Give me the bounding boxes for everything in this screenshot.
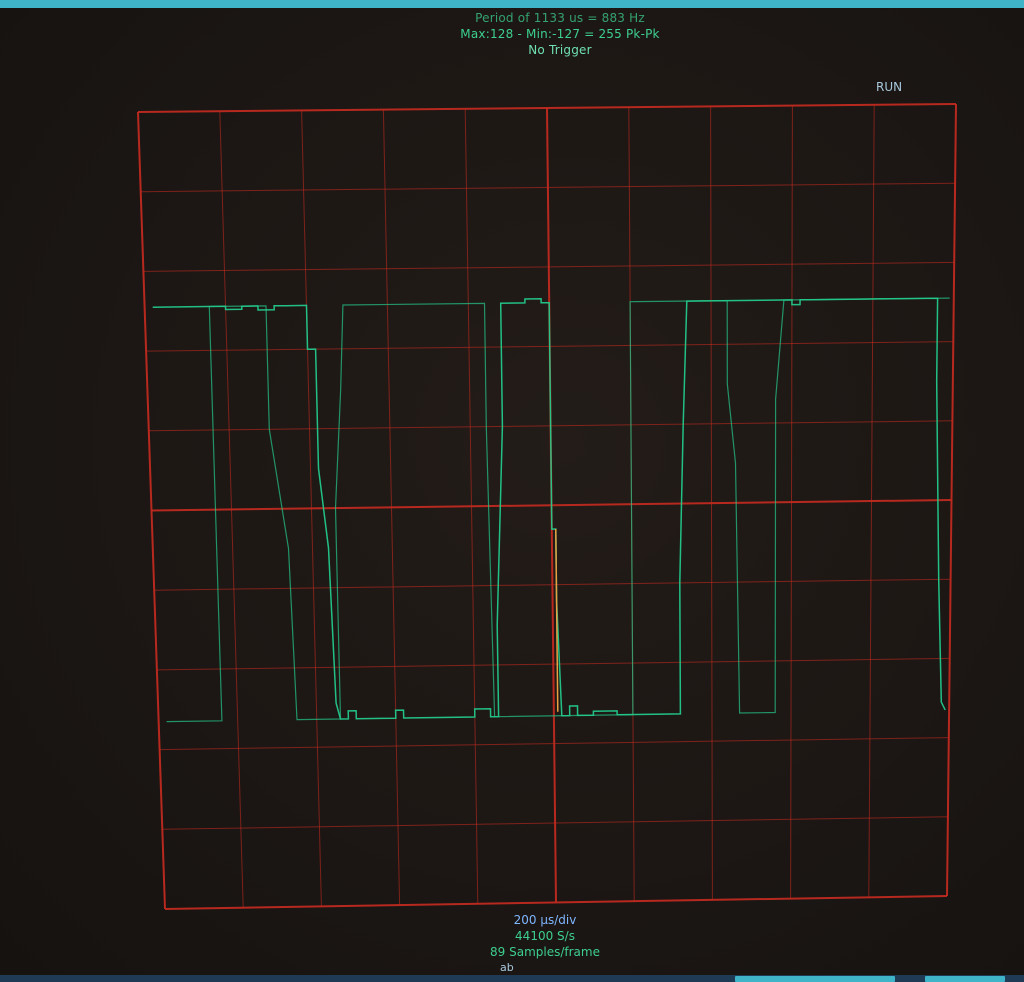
oscilloscope-screen: Period of 1133 us = 883 Hz Max:128 - Min… bbox=[0, 0, 1024, 982]
timebase-footer: 200 µs/div 44100 S/s 89 Samples/frame ab bbox=[440, 912, 650, 974]
timebase-readout[interactable]: 200 µs/div bbox=[440, 912, 650, 928]
taskbar-window-button[interactable] bbox=[735, 976, 895, 982]
sample-rate-readout: 44100 S/s bbox=[515, 929, 575, 943]
signal-trace-channel-b bbox=[166, 297, 950, 723]
samples-per-frame-readout: 89 Samples/frame bbox=[490, 945, 600, 959]
scope-display[interactable] bbox=[0, 0, 1024, 982]
taskbar-clock bbox=[925, 976, 1005, 982]
channel-label: ab bbox=[500, 961, 514, 974]
scope-grid bbox=[137, 103, 957, 910]
time-cursor[interactable] bbox=[555, 529, 559, 712]
